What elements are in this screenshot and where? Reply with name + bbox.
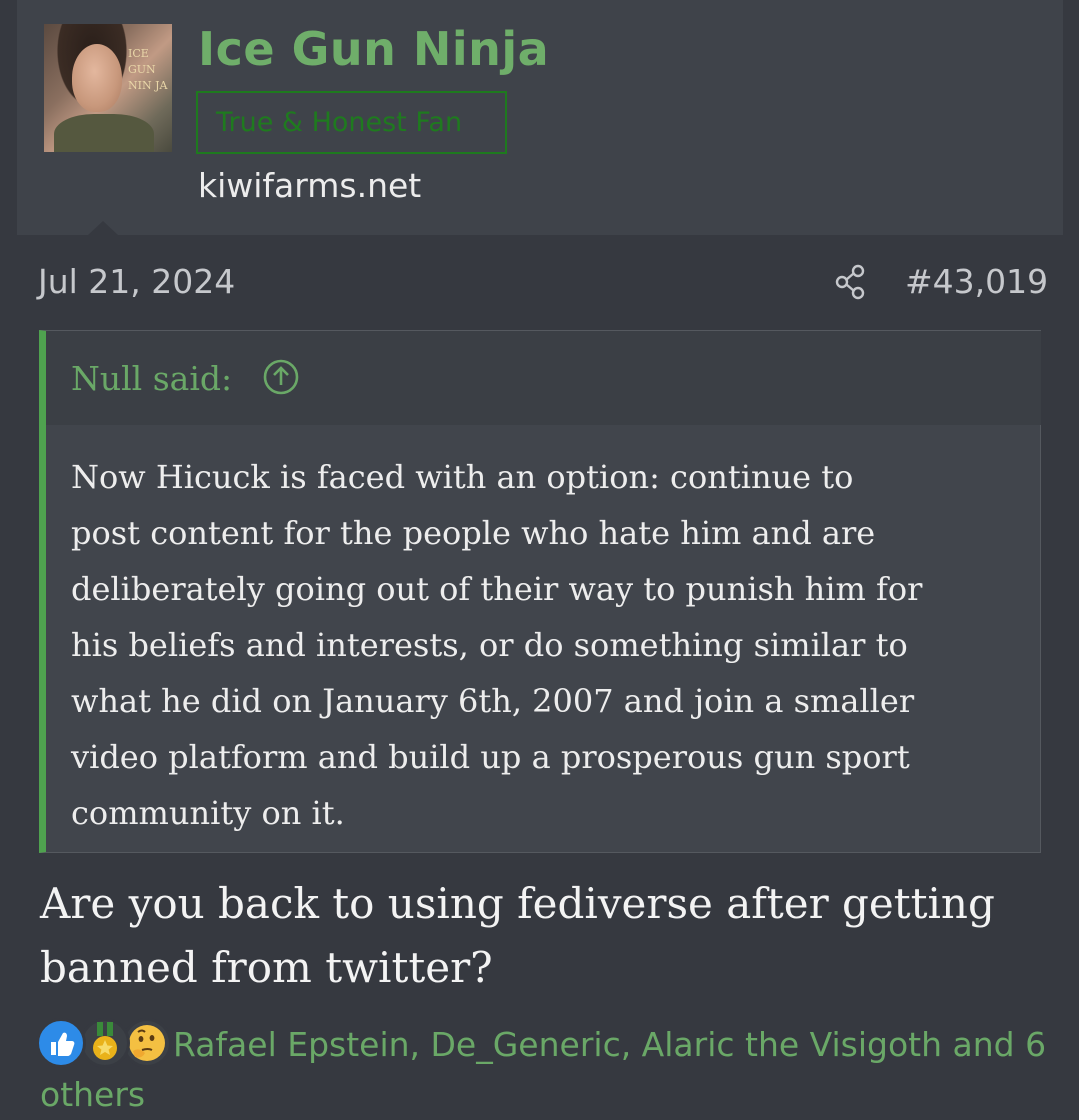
share-icon[interactable] (834, 264, 868, 300)
avatar-logo-line: GUN (128, 63, 156, 76)
medal-icon (80, 1018, 130, 1068)
reaction-icons[interactable] (36, 1018, 172, 1072)
user-site-label: kiwifarms.net (198, 166, 422, 205)
quote-author-link[interactable]: Null said: (71, 359, 232, 398)
header-pointer (88, 221, 118, 235)
avatar-logo-line: ICE (128, 47, 149, 60)
quote-body-text: Now Hicuck is faced with an option: cont… (71, 458, 923, 832)
quote-header: Null said: (46, 331, 1041, 425)
reaction-users-link[interactable]: Rafael Epstein, De_Generic, Alaric the V… (40, 1020, 1050, 1120)
like-icon (36, 1018, 86, 1068)
post-number-link[interactable]: #43,019 (905, 262, 1048, 301)
quote-block: Null said: Now Hicuck is faced with an o… (39, 330, 1041, 853)
username-link[interactable]: Ice Gun Ninja (198, 22, 549, 76)
avatar-logo: ICE GUN NIN JA (128, 46, 168, 126)
user-avatar[interactable]: ICE GUN NIN JA (44, 24, 172, 152)
avatar-face (72, 44, 122, 112)
post-date-link[interactable]: Jul 21, 2024 (38, 262, 235, 301)
arrow-up-circle-icon[interactable] (262, 358, 300, 396)
page: ICE GUN NIN JA Ice Gun Ninja True & Hone… (0, 0, 1079, 1119)
post-message-text: Are you back to using fediverse after ge… (40, 879, 995, 992)
avatar-logo-line: NIN JA (128, 79, 168, 92)
user-title-badge: True & Honest Fan (196, 91, 507, 154)
